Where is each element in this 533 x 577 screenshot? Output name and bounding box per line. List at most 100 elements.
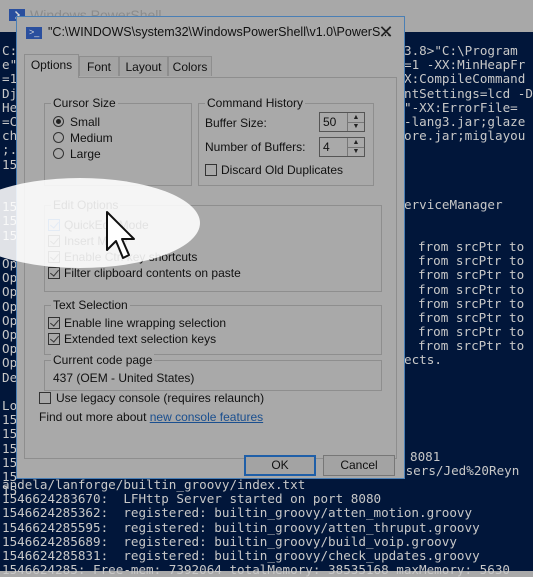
code-page-group: Current code page 437 (OEM - United Stat…: [44, 353, 382, 391]
line-wrapping-selection-label[interactable]: Enable line wrapping selection: [64, 316, 226, 330]
number-of-buffers-value[interactable]: 4: [323, 140, 330, 154]
console-line: 1546624283670: LFHttp Server started on …: [2, 491, 382, 507]
console-line: 15: [2, 199, 18, 215]
console-line: 1546624285831: registered: builtin_groov…: [2, 548, 480, 563]
console-line: He: [2, 99, 18, 115]
filter-clipboard-checkbox[interactable]: [48, 267, 60, 279]
find-out-more-text: Find out more about new console features: [39, 410, 263, 424]
console-line: Op: [2, 355, 18, 371]
console-line: -lang3.jar;glaze: [404, 114, 526, 129]
console-line: Op: [2, 327, 18, 342]
edit-options-label: Edit Options: [51, 198, 121, 212]
buffer-size-stepper[interactable]: 50 ▲ ▼: [319, 112, 365, 132]
console-line: 1546624285: Free-mem: 7392064 totalMemor…: [2, 562, 510, 577]
discard-duplicates-label[interactable]: Discard Old Duplicates: [221, 163, 343, 177]
close-icon: ✕: [378, 22, 394, 42]
console-line: 15: [2, 156, 18, 172]
console-line: 1546624285362: registered: builtin_groov…: [2, 505, 473, 521]
command-history-label: Command History: [205, 96, 306, 110]
options-panel: Cursor Size Small Medium Large Command H…: [24, 77, 397, 459]
insert-mode-checkbox[interactable]: [48, 235, 60, 247]
console-line: =1 -XX:MinHeapFr: [404, 57, 526, 73]
radio-large[interactable]: [53, 148, 64, 159]
ctrl-key-shortcuts-checkbox[interactable]: [48, 251, 60, 263]
extended-selection-keys-label[interactable]: Extended text selection keys: [64, 332, 216, 346]
number-of-buffers-stepper[interactable]: 4 ▲ ▼: [319, 137, 365, 157]
console-line: 15: [2, 412, 18, 428]
console-line: 15: [2, 426, 18, 442]
cursor-size-label: Cursor Size: [51, 96, 118, 110]
powershell-icon: >_: [26, 27, 42, 39]
console-line: from srcPtr to: [418, 267, 525, 283]
quickedit-mode-checkbox[interactable]: [48, 219, 60, 231]
tab-options[interactable]: Options: [24, 54, 79, 78]
tab-layout[interactable]: Layout: [119, 56, 168, 76]
console-line: 3.8>"C:\Program: [404, 43, 518, 58]
console-line: Op: [2, 341, 18, 357]
radio-medium-label[interactable]: Medium: [70, 131, 113, 145]
legacy-console-checkbox[interactable]: [39, 392, 51, 404]
console-line: 1546624285595: registered: builtin_groov…: [2, 519, 480, 535]
tab-colors[interactable]: Colors: [168, 56, 212, 76]
radio-large-label[interactable]: Large: [70, 147, 101, 161]
console-line: Op: [2, 270, 18, 286]
console-line: Dj: [2, 85, 18, 101]
console-line: from srcPtr to: [418, 310, 525, 325]
edit-options-group: Edit Options QuickEdit Mode Insert Mode …: [44, 198, 382, 292]
console-line: from srcPtr to: [418, 239, 525, 254]
console-line: 15: [2, 227, 18, 243]
discard-duplicates-checkbox[interactable]: [205, 164, 217, 176]
console-line: C:: [2, 43, 18, 58]
insert-mode-label[interactable]: Insert Mode: [64, 234, 127, 248]
properties-dialog: >_ "C:\WINDOWS\system32\WindowsPowerShel…: [16, 16, 405, 479]
dialog-title: "C:\WINDOWS\system32\WindowsPowerShell\v…: [48, 25, 391, 39]
console-line: e": [2, 57, 18, 73]
find-out-more-prefix: Find out more about: [39, 410, 150, 424]
spin-down-icon[interactable]: ▼: [348, 122, 364, 131]
new-console-features-link[interactable]: new console features: [150, 410, 263, 424]
console-line: from srcPtr to: [418, 281, 525, 297]
filter-clipboard-label[interactable]: Filter clipboard contents on paste: [64, 266, 241, 280]
cancel-button[interactable]: Cancel: [323, 455, 395, 476]
spin-down-icon[interactable]: ▼: [348, 147, 364, 156]
tab-font[interactable]: Font: [79, 56, 119, 76]
text-selection-group: Text Selection Enable line wrapping sele…: [44, 298, 382, 355]
legacy-console-label[interactable]: Use legacy console (requires relaunch): [56, 391, 264, 405]
console-line: ch: [2, 128, 18, 144]
console-line: erviceManager: [404, 197, 503, 212]
extended-selection-keys-checkbox[interactable]: [48, 333, 60, 345]
console-line: De: [2, 369, 18, 385]
cursor-size-group: Cursor Size Small Medium Large: [44, 96, 192, 186]
console-line: ects.: [404, 352, 442, 367]
radio-small[interactable]: [53, 116, 64, 127]
buffer-size-label: Buffer Size:: [205, 116, 267, 130]
console-line: from srcPtr to: [418, 295, 525, 311]
console-line: 15: [2, 213, 18, 229]
number-of-buffers-label: Number of Buffers:: [205, 140, 306, 154]
ok-button[interactable]: OK: [244, 455, 316, 476]
console-line: =C: [2, 114, 18, 129]
code-page-label: Current code page: [51, 353, 155, 367]
radio-small-label[interactable]: Small: [70, 115, 100, 129]
console-line: ntSettings=lcd -D: [404, 85, 533, 101]
buffer-size-value[interactable]: 50: [323, 115, 336, 129]
console-line: X:CompileCommand: [404, 71, 526, 87]
console-line: andela/lanforge/builtin_groovy/index.txt: [2, 477, 306, 492]
console-line: Op: [2, 256, 18, 271]
console-line: 8081: [410, 449, 441, 464]
console-line: Users/Jed%20Reyn: [398, 463, 520, 478]
console-line: Lo: [2, 398, 18, 413]
ctrl-key-shortcuts-label[interactable]: Enable Ctrl key shortcuts: [64, 250, 197, 264]
console-line: 15: [2, 440, 18, 456]
line-wrapping-selection-checkbox[interactable]: [48, 317, 60, 329]
text-selection-label: Text Selection: [51, 298, 130, 312]
quickedit-mode-label[interactable]: QuickEdit Mode: [64, 218, 149, 232]
console-line: 1546624285689: registered: builtin_groov…: [2, 533, 457, 549]
console-line: ore.jar;miglayou: [404, 128, 526, 144]
code-page-value: 437 (OEM - United States): [53, 371, 195, 385]
console-line: ;.: [2, 142, 18, 158]
dialog-titlebar[interactable]: >_ "C:\WINDOWS\system32\WindowsPowerShel…: [17, 17, 404, 48]
radio-medium[interactable]: [53, 132, 64, 143]
console-line: =1: [2, 71, 18, 87]
close-button[interactable]: ✕: [376, 22, 396, 42]
